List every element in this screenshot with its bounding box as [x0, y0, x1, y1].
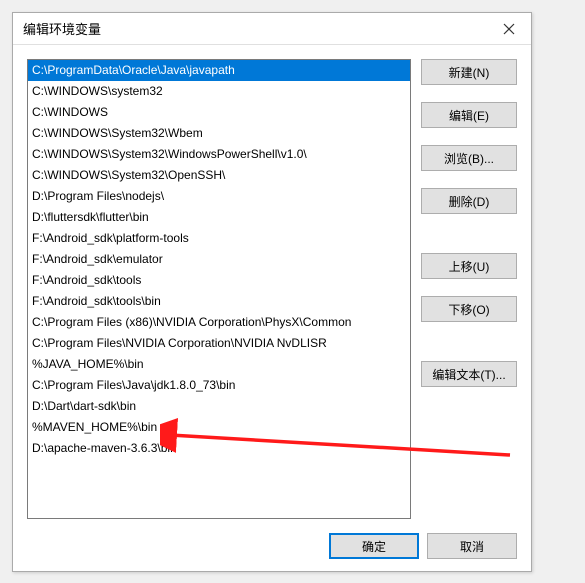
list-item[interactable]: C:\WINDOWS\system32: [28, 81, 410, 102]
list-item[interactable]: D:\fluttersdk\flutter\bin: [28, 207, 410, 228]
close-icon: [503, 23, 515, 35]
list-item[interactable]: C:\Program Files (x86)\NVIDIA Corporatio…: [28, 312, 410, 333]
list-item[interactable]: D:\Dart\dart-sdk\bin: [28, 396, 410, 417]
list-item[interactable]: C:\WINDOWS\System32\OpenSSH\: [28, 165, 410, 186]
dialog-title: 编辑环境变量: [23, 19, 101, 38]
edit-text-button[interactable]: 编辑文本(T)...: [421, 361, 517, 387]
list-item[interactable]: C:\WINDOWS: [28, 102, 410, 123]
new-button[interactable]: 新建(N): [421, 59, 517, 85]
list-item[interactable]: D:\Program Files\nodejs\: [28, 186, 410, 207]
list-item[interactable]: C:\WINDOWS\System32\WindowsPowerShell\v1…: [28, 144, 410, 165]
list-item[interactable]: F:\Android_sdk\tools: [28, 270, 410, 291]
list-item[interactable]: C:\WINDOWS\System32\Wbem: [28, 123, 410, 144]
button-column: 新建(N) 编辑(E) 浏览(B)... 删除(D) 上移(U) 下移(O) 编…: [421, 59, 517, 521]
list-item[interactable]: %JAVA_HOME%\bin: [28, 354, 410, 375]
edit-env-var-dialog: 编辑环境变量 C:\ProgramData\Oracle\Java\javapa…: [12, 12, 532, 572]
path-listbox[interactable]: C:\ProgramData\Oracle\Java\javapathC:\WI…: [27, 59, 411, 519]
browse-button[interactable]: 浏览(B)...: [421, 145, 517, 171]
ok-button[interactable]: 确定: [329, 533, 419, 559]
list-item[interactable]: F:\Android_sdk\tools\bin: [28, 291, 410, 312]
dialog-footer: 确定 取消: [13, 521, 531, 571]
list-item[interactable]: D:\apache-maven-3.6.3\bin: [28, 438, 410, 459]
cancel-button[interactable]: 取消: [427, 533, 517, 559]
close-button[interactable]: [487, 13, 531, 45]
move-up-button[interactable]: 上移(U): [421, 253, 517, 279]
delete-button[interactable]: 删除(D): [421, 188, 517, 214]
list-item[interactable]: C:\Program Files\Java\jdk1.8.0_73\bin: [28, 375, 410, 396]
edit-button[interactable]: 编辑(E): [421, 102, 517, 128]
titlebar: 编辑环境变量: [13, 13, 531, 45]
list-item[interactable]: %MAVEN_HOME%\bin: [28, 417, 410, 438]
list-item[interactable]: F:\Android_sdk\emulator: [28, 249, 410, 270]
list-item[interactable]: C:\Program Files\NVIDIA Corporation\NVID…: [28, 333, 410, 354]
list-item[interactable]: C:\ProgramData\Oracle\Java\javapath: [28, 60, 410, 81]
list-item[interactable]: F:\Android_sdk\platform-tools: [28, 228, 410, 249]
move-down-button[interactable]: 下移(O): [421, 296, 517, 322]
dialog-content: C:\ProgramData\Oracle\Java\javapathC:\WI…: [13, 45, 531, 521]
